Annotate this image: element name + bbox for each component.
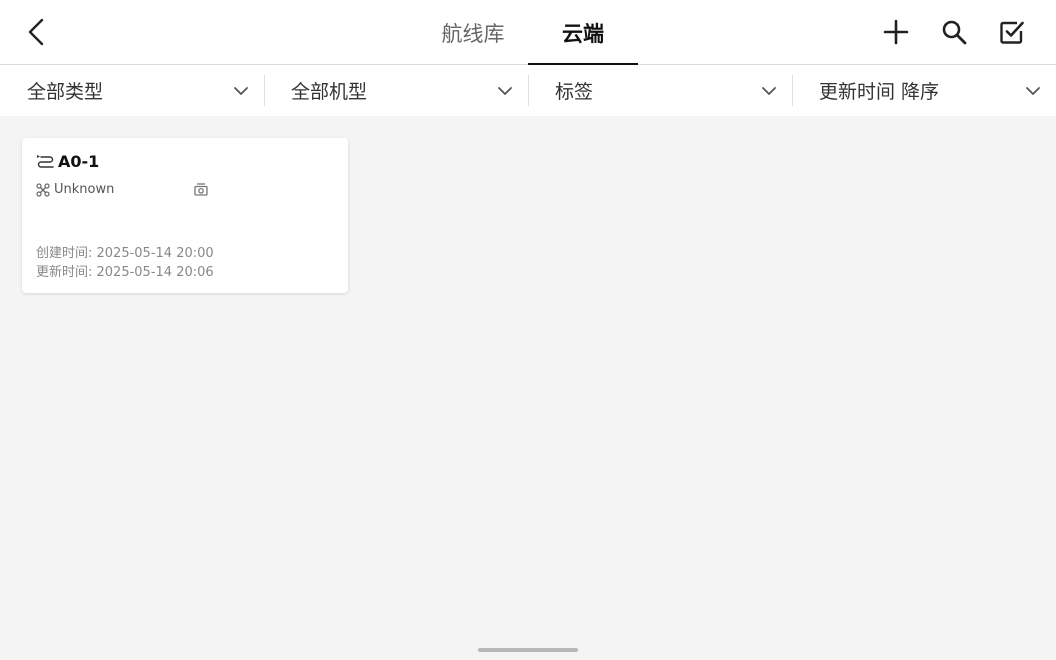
route-list: A0-1 Unknown 创建时间: 2025-05-14 20:00 更新时间… — [0, 116, 1056, 660]
search-button[interactable] — [936, 14, 972, 50]
created-time: 创建时间: 2025-05-14 20:00 — [36, 246, 214, 261]
filter-type-label: 全部类型 — [27, 81, 104, 103]
chevron-down-icon — [762, 87, 776, 95]
checkbox-icon — [1000, 21, 1024, 44]
payload-info — [194, 183, 208, 196]
app-root: 航线库 云端 全部类型 全部机型 标签 更新时间 降序 A0-1 Unknown… — [0, 0, 1056, 660]
filter-bar: 全部类型 全部机型 标签 更新时间 降序 — [0, 65, 1056, 116]
filter-sort-dropdown[interactable]: 更新时间 降序 — [792, 65, 1056, 116]
route-card-meta: Unknown — [36, 182, 208, 197]
header-actions — [878, 14, 1030, 50]
top-header: 航线库 云端 — [0, 0, 1056, 66]
chevron-left-icon — [28, 18, 44, 46]
chevron-down-icon — [234, 87, 248, 95]
drone-icon — [36, 182, 50, 197]
filter-tag-dropdown[interactable]: 标签 — [528, 65, 792, 116]
add-button[interactable] — [878, 14, 914, 50]
home-indicator[interactable] — [478, 648, 578, 652]
tab-cloud-label: 云端 — [562, 21, 604, 46]
chevron-down-icon — [498, 87, 512, 95]
drone-model: Unknown — [54, 182, 115, 197]
plus-icon — [883, 19, 909, 45]
filter-tag-label: 标签 — [555, 81, 594, 103]
tab-route-library-label: 航线库 — [441, 21, 505, 46]
filter-model-dropdown[interactable]: 全部机型 — [264, 65, 528, 116]
search-icon — [942, 20, 967, 45]
route-card-title-row: A0-1 — [36, 152, 99, 171]
route-card[interactable]: A0-1 Unknown 创建时间: 2025-05-14 20:00 更新时间… — [22, 138, 348, 293]
back-button[interactable] — [18, 14, 54, 50]
filter-type-dropdown[interactable]: 全部类型 — [0, 65, 264, 116]
drone-model-info: Unknown — [36, 182, 194, 197]
tab-cloud[interactable]: 云端 — [528, 0, 638, 66]
route-card-times: 创建时间: 2025-05-14 20:00 更新时间: 2025-05-14 … — [36, 244, 214, 282]
multi-select-button[interactable] — [994, 14, 1030, 50]
camera-icon — [194, 183, 208, 196]
tab-bar: 航线库 云端 — [418, 0, 638, 66]
filter-model-label: 全部机型 — [291, 81, 368, 103]
chevron-down-icon — [1026, 87, 1040, 95]
route-name: A0-1 — [58, 152, 100, 171]
updated-time: 更新时间: 2025-05-14 20:06 — [36, 265, 214, 280]
route-icon — [37, 154, 54, 168]
filter-sort-label: 更新时间 降序 — [819, 81, 940, 103]
tab-route-library[interactable]: 航线库 — [418, 0, 528, 65]
